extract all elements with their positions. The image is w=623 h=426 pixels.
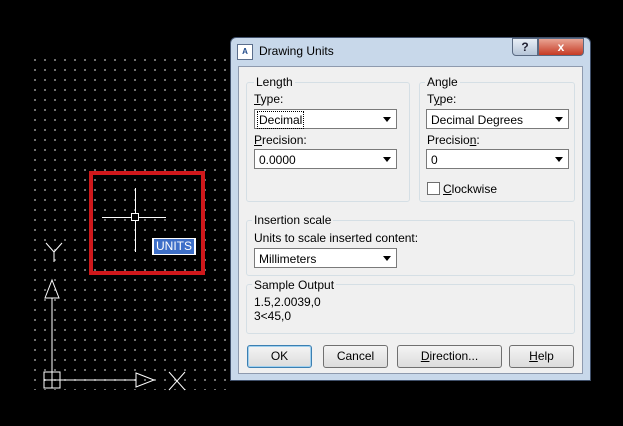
help-button[interactable]: Help: [509, 345, 574, 368]
close-button[interactable]: x: [538, 38, 584, 56]
chevron-down-icon: [555, 117, 563, 122]
sample-output-label: Sample Output: [252, 278, 337, 292]
insertion-units-select[interactable]: Millimeters: [254, 248, 397, 268]
sample-output-line1: 1.5,2.0039,0: [254, 295, 321, 309]
title-help-button[interactable]: ?: [512, 38, 538, 56]
angle-precision-label: Precision:: [427, 133, 480, 147]
angle-precision-value: 0: [431, 153, 438, 167]
length-type-value: Decimal: [256, 111, 305, 129]
chevron-down-icon: [555, 157, 563, 162]
length-type-label: Type:: [254, 92, 284, 106]
ok-button[interactable]: OK: [247, 345, 312, 368]
sample-output-line2: 3<45,0: [254, 309, 292, 323]
dialog-body: Length Type: Decimal Precision: 0.0000 A…: [238, 66, 583, 374]
angle-type-select[interactable]: Decimal Degrees: [426, 109, 569, 129]
length-precision-value: 0.0000: [259, 153, 296, 167]
drawing-units-dialog: A Drawing Units ? x Length Type: Decimal…: [230, 37, 591, 381]
angle-type-value: Decimal Degrees: [431, 113, 524, 127]
chevron-down-icon: [383, 256, 391, 261]
angle-type-label: Type:: [427, 92, 457, 106]
angle-group-label: Angle: [425, 75, 460, 89]
cancel-button[interactable]: Cancel: [323, 345, 388, 368]
length-type-select[interactable]: Decimal: [254, 109, 397, 129]
insertion-units-value: Millimeters: [259, 252, 317, 266]
chevron-down-icon: [383, 117, 391, 122]
title-bar[interactable]: A Drawing Units ? x: [231, 38, 590, 66]
insertion-scale-label: Insertion scale: [252, 213, 334, 227]
length-precision-select[interactable]: 0.0000: [254, 149, 397, 169]
app-icon: A: [237, 44, 253, 60]
insertion-units-label: Units to scale inserted content:: [254, 231, 419, 245]
dialog-title: Drawing Units: [259, 44, 334, 58]
chevron-down-icon: [383, 157, 391, 162]
direction-button[interactable]: Direction...: [397, 345, 502, 368]
clockwise-label[interactable]: Clockwise: [443, 182, 497, 196]
clockwise-checkbox[interactable]: [427, 182, 440, 195]
length-precision-label: Precision:: [254, 133, 307, 147]
angle-precision-select[interactable]: 0: [426, 149, 569, 169]
length-group-label: Length: [254, 75, 295, 89]
